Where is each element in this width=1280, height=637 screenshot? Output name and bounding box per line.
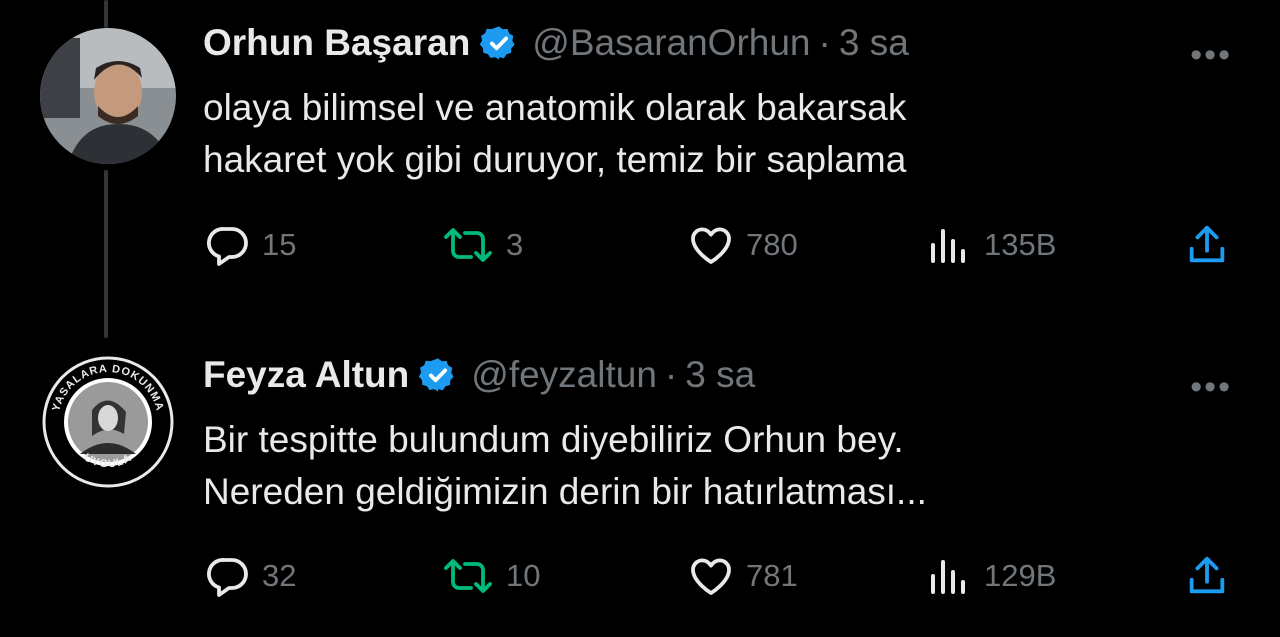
action-bar: 15 3 780 135B xyxy=(0,221,1280,271)
tweet-text-line: olaya bilimsel ve anatomik olarak bakars… xyxy=(203,87,907,128)
analytics-icon xyxy=(931,229,965,263)
reply-icon xyxy=(207,227,248,266)
reply-count: 15 xyxy=(262,227,297,262)
retweet-count: 10 xyxy=(506,558,541,593)
share-icon xyxy=(1189,225,1225,263)
share-icon xyxy=(1189,556,1225,594)
like-count: 781 xyxy=(746,558,798,593)
like-button[interactable]: 781 xyxy=(686,552,798,600)
action-bar: 32 10 781 129B xyxy=(0,552,1280,602)
more-options-icon[interactable]: ••• xyxy=(1190,36,1232,75)
retweet-icon xyxy=(444,228,492,262)
like-button[interactable]: 780 xyxy=(686,221,798,269)
reply-button[interactable]: 32 xyxy=(204,552,296,600)
display-name[interactable]: Orhun Başaran xyxy=(203,22,470,64)
like-count: 780 xyxy=(746,227,798,262)
user-handle[interactable]: @BasaranOrhun xyxy=(532,22,810,64)
tweet-text-line: Nereden geldiğimizin derin bir hatırlatm… xyxy=(203,471,927,512)
separator-dot: · xyxy=(818,22,831,63)
avatar-badge-logo: YASALARA DOKUNMA UYGULA xyxy=(40,354,176,490)
tweet-text: olaya bilimsel ve anatomik olarak bakars… xyxy=(203,82,906,186)
analytics-icon xyxy=(931,560,965,594)
retweet-button[interactable]: 10 xyxy=(440,552,540,600)
retweet-count: 3 xyxy=(506,227,524,262)
share-button[interactable] xyxy=(1184,552,1240,600)
retweet-button[interactable]: 3 xyxy=(440,221,523,269)
tweet-1[interactable]: Orhun Başaran @BasaranOrhun · 3 sa ••• o… xyxy=(0,0,1280,330)
tweet-2[interactable]: YASALARA DOKUNMA UYGULA Feyza Altun @fey… xyxy=(0,338,1280,637)
views-button[interactable]: 135B xyxy=(924,221,1056,269)
verified-badge-icon xyxy=(480,24,518,62)
tweet-text-line: Bir tespitte bulundum diyebiliriz Orhun … xyxy=(203,419,904,460)
avatar-photo xyxy=(40,28,176,164)
heart-icon xyxy=(691,227,731,264)
tweet-header: Feyza Altun @feyzaltun · 3 sa xyxy=(203,354,755,396)
views-button[interactable]: 129B xyxy=(924,552,1056,600)
timestamp[interactable]: 3 sa xyxy=(839,22,909,64)
display-name[interactable]: Feyza Altun xyxy=(203,354,409,396)
view-count: 129B xyxy=(984,558,1057,593)
reply-button[interactable]: 15 xyxy=(204,221,296,269)
retweet-icon xyxy=(444,559,492,593)
tweet-text-line: hakaret yok gibi duruyor, temiz bir sapl… xyxy=(203,139,907,180)
more-options-icon[interactable]: ••• xyxy=(1190,368,1232,407)
tweet-header: Orhun Başaran @BasaranOrhun · 3 sa xyxy=(203,22,909,64)
user-handle[interactable]: @feyzaltun xyxy=(471,354,657,396)
tweet-text: Bir tespitte bulundum diyebiliriz Orhun … xyxy=(203,414,927,518)
reply-icon xyxy=(207,558,248,597)
share-button[interactable] xyxy=(1184,221,1240,269)
thread: Orhun Başaran @BasaranOrhun · 3 sa ••• o… xyxy=(0,0,1280,637)
separator-dot: · xyxy=(664,354,678,395)
heart-icon xyxy=(691,558,731,595)
avatar-feyza[interactable]: YASALARA DOKUNMA UYGULA xyxy=(40,354,176,490)
verified-badge-icon xyxy=(419,356,457,394)
view-count: 135B xyxy=(984,227,1057,262)
timestamp[interactable]: 3 sa xyxy=(685,354,755,396)
avatar-orhun[interactable] xyxy=(40,28,176,164)
reply-count: 32 xyxy=(262,558,297,593)
